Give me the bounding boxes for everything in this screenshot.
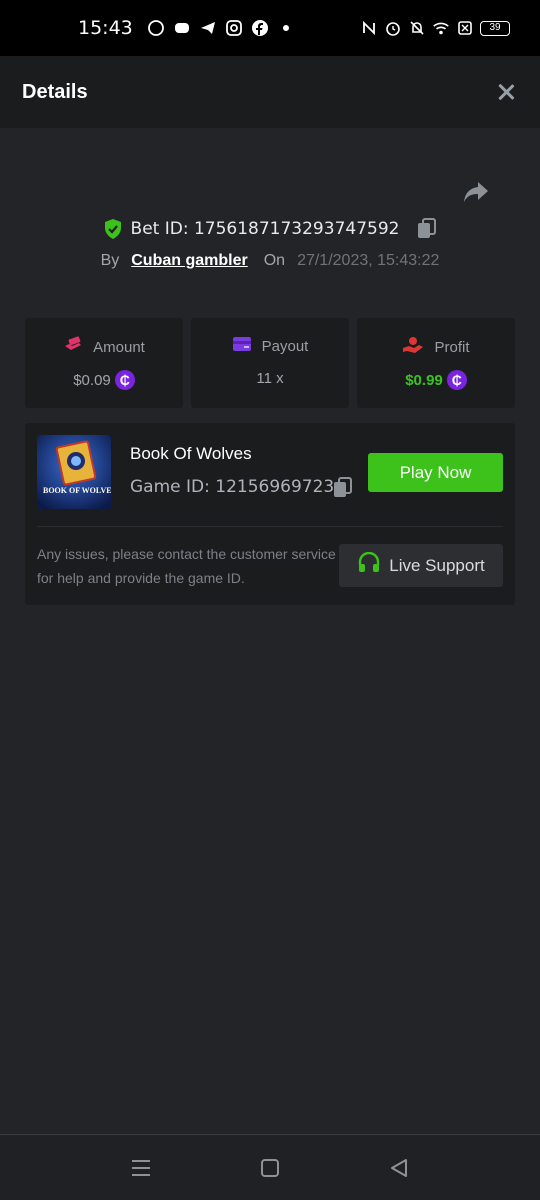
- stat-label: Payout: [261, 337, 309, 355]
- game-id: Game ID: 12156969723: [130, 477, 335, 497]
- system-icons: 39: [360, 19, 510, 37]
- back-icon[interactable]: [388, 1157, 410, 1179]
- telegram-icon: [199, 19, 217, 37]
- bet-id-row: Bet ID: 1756187173293747592: [0, 214, 540, 244]
- money-hand-icon: [63, 336, 83, 358]
- game-thumbnail[interactable]: BOOK OF WOLVES: [37, 435, 111, 509]
- live-support-button[interactable]: Live Support: [339, 544, 503, 587]
- coin-icon: ₵: [114, 370, 135, 390]
- whatsapp-icon: [147, 19, 165, 37]
- user-link[interactable]: Cuban gambler: [131, 252, 247, 270]
- play-now-button[interactable]: Play Now: [368, 453, 503, 492]
- wifi-icon: [432, 19, 450, 37]
- stat-label: Profit: [434, 338, 470, 356]
- game-card: BOOK OF WOLVES Book Of Wolves Game ID: 1…: [25, 423, 515, 605]
- bet-author-row: By Cuban gambler On 27/1/2023, 15:43:22: [0, 248, 540, 274]
- menu-icon[interactable]: [130, 1157, 152, 1179]
- nfc-icon: [360, 19, 378, 37]
- by-label: By: [100, 252, 120, 269]
- stat-value: 11 x: [256, 370, 284, 387]
- hand-profit-icon: [402, 336, 424, 358]
- instagram-icon: [225, 19, 243, 37]
- facebook-icon: [251, 19, 269, 37]
- discord-icon: [173, 19, 191, 37]
- copy-icon[interactable]: [417, 218, 437, 240]
- bet-id: Bet ID: 1756187173293747592: [130, 219, 400, 239]
- headset-icon: [357, 551, 381, 579]
- status-time: 15:43: [78, 17, 133, 39]
- share-icon[interactable]: [462, 180, 490, 204]
- dot-icon: [277, 19, 295, 37]
- bet-date: 27/1/2023, 15:43:22: [297, 252, 440, 269]
- stat-value: $0.99: [405, 371, 443, 389]
- game-name: Book Of Wolves: [130, 444, 252, 463]
- on-label: On: [263, 252, 286, 269]
- status-bar: 15:43 39: [0, 0, 540, 56]
- notification-icons: [147, 19, 295, 37]
- live-support-label: Live Support: [389, 555, 485, 575]
- close-icon[interactable]: [494, 80, 518, 104]
- header: Details: [0, 56, 540, 128]
- divider: [37, 526, 503, 527]
- thumb-text: BOOK OF WOLVES: [43, 486, 111, 495]
- page-title: Details: [22, 80, 88, 103]
- sim-icon: [456, 19, 474, 37]
- stat-amount: Amount $0.09 ₵: [25, 318, 183, 408]
- coin-icon: ₵: [446, 370, 467, 390]
- copy-icon[interactable]: [333, 477, 353, 499]
- mute-icon: [408, 19, 426, 37]
- stat-label: Amount: [93, 338, 145, 356]
- support-notice: Any issues, please contact the customer …: [37, 546, 336, 586]
- system-nav-bar: [0, 1134, 540, 1200]
- stat-profit: Profit $0.99 ₵: [357, 318, 515, 408]
- alarm-icon: [384, 19, 402, 37]
- home-icon[interactable]: [259, 1157, 281, 1179]
- stat-value: $0.09: [73, 371, 111, 389]
- card-icon: [232, 336, 252, 356]
- stat-payout: Payout 11 x: [191, 318, 349, 408]
- shield-check-icon: [103, 218, 123, 240]
- battery-icon: 39: [480, 20, 510, 36]
